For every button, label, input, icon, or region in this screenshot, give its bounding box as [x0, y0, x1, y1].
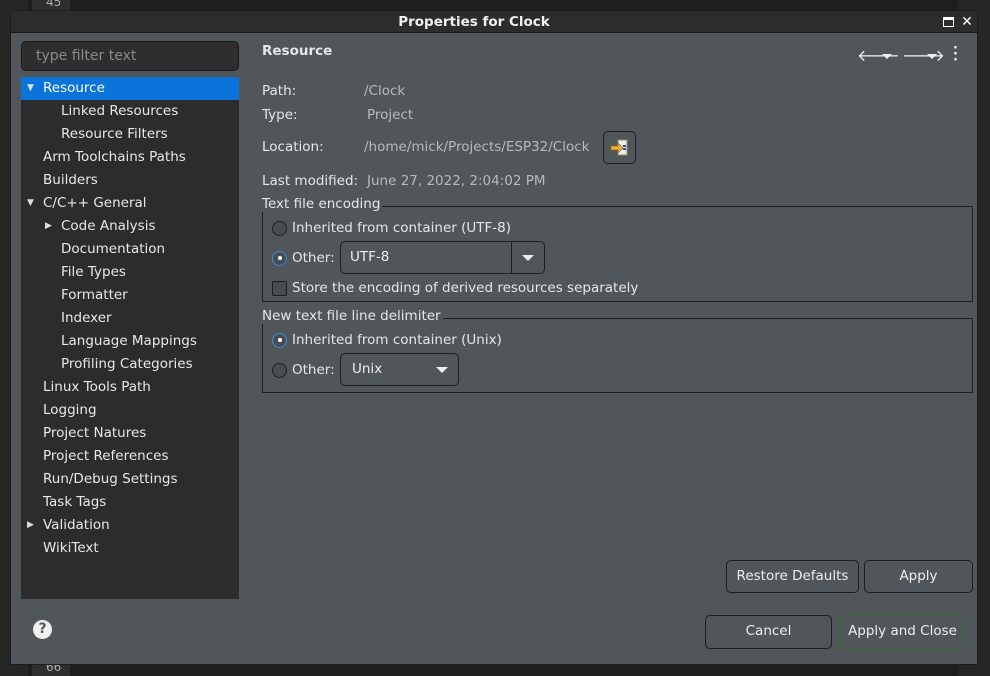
radio-label: Other: — [292, 250, 335, 266]
tree-item[interactable]: Linked Resources — [21, 100, 239, 123]
tree-item-label: Project Natures — [43, 425, 147, 441]
encoding-combo[interactable]: UTF-8 — [340, 241, 545, 274]
store-encoding-checkbox[interactable]: Store the encoding of derived resources … — [272, 280, 638, 296]
tree-item[interactable]: ▶ Validation — [21, 514, 239, 537]
chevron-down-icon — [436, 367, 448, 373]
close-icon[interactable]: ✕ — [958, 13, 976, 31]
tree-item-label: Profiling Categories — [61, 356, 193, 372]
show-in-file-system-button[interactable] — [603, 131, 636, 164]
delimiter-combo-value: Unix — [352, 361, 383, 377]
tree-item-label: Code Analysis — [61, 218, 156, 234]
maximize-icon[interactable] — [939, 13, 957, 31]
tree-item[interactable]: Language Mappings — [21, 330, 239, 353]
collapsed-arrow-icon[interactable]: ▶ — [27, 514, 34, 537]
encoding-inherited-radio[interactable]: Inherited from container (UTF-8) — [272, 220, 511, 236]
tree-item-label: Logging — [43, 402, 97, 418]
tree-item-label: Arm Toolchains Paths — [43, 149, 186, 165]
radio-indicator — [272, 220, 287, 236]
category-tree[interactable]: ▼ Resource Linked Resources Resource Filter… — [21, 77, 239, 599]
type-label: Type: — [262, 107, 298, 123]
tree-item-label: Language Mappings — [61, 333, 197, 349]
tree-item-label: C/C++ General — [43, 195, 147, 211]
tree-item[interactable]: Task Tags — [21, 491, 239, 514]
apply-button[interactable]: Apply — [864, 560, 973, 593]
tree-item-label: Builders — [43, 172, 98, 188]
radio-label: Inherited from container (UTF-8) — [292, 220, 512, 236]
tree-item-label: Project References — [43, 448, 169, 464]
location-label: Location: — [262, 139, 324, 155]
tree-item[interactable]: Builders — [21, 169, 239, 192]
tree-item[interactable]: Arm Toolchains Paths — [21, 146, 239, 169]
forward-history-dropdown-icon[interactable] — [927, 54, 937, 59]
tree-item-label: File Types — [61, 264, 126, 280]
tree-item[interactable]: ▼ Resource — [21, 77, 239, 100]
restore-defaults-button[interactable]: Restore Defaults — [726, 560, 859, 593]
encoding-other-radio[interactable]: Other: — [272, 250, 335, 266]
tree-item-label: Linked Resources — [61, 103, 179, 119]
forward-arrow-icon[interactable]: 🡒 — [902, 45, 945, 65]
text-file-encoding-legend: Text file encoding — [262, 196, 383, 212]
tree-item-label: WikiText — [43, 540, 99, 556]
delimiter-combo[interactable]: Unix — [340, 353, 459, 386]
tree-item[interactable]: Linux Tools Path — [21, 376, 239, 399]
tree-item[interactable]: Project Natures — [21, 422, 239, 445]
view-menu-icon[interactable]: · · · — [953, 42, 958, 67]
line-delimiter-legend: New text file line delimiter — [262, 308, 443, 324]
back-arrow-icon[interactable]: 🡐 — [857, 45, 900, 65]
filter-input[interactable]: type filter text — [21, 41, 239, 71]
path-label: Path: — [262, 83, 297, 99]
radio-label: Inherited from container (Unix) — [292, 332, 502, 348]
tree-item[interactable]: Documentation — [21, 238, 239, 261]
delimiter-inherited-radio[interactable]: Inherited from container (Unix) — [272, 332, 502, 348]
radio-label: Other: — [292, 362, 335, 378]
tree-item-label: Formatter — [61, 287, 128, 303]
tree-item[interactable]: Profiling Categories — [21, 353, 239, 376]
properties-dialog: Properties for Clock ✕ type filter text … — [10, 10, 978, 665]
cancel-button[interactable]: Cancel — [705, 615, 832, 649]
last-modified-label: Last modified: — [262, 173, 359, 189]
tree-item-label: Linux Tools Path — [43, 379, 151, 395]
back-history-dropdown-icon[interactable] — [882, 54, 892, 59]
location-value: /home/mick/Projects/ESP32/Clock — [364, 139, 590, 155]
tree-item-label: Resource Filters — [61, 126, 168, 142]
tree-item-label: Resource — [43, 80, 105, 96]
tree-item[interactable]: File Types — [21, 261, 239, 284]
radio-indicator — [272, 362, 287, 378]
encoding-combo-value: UTF-8 — [350, 249, 390, 265]
tree-item[interactable]: ▶ Code Analysis — [21, 215, 239, 238]
help-icon[interactable]: ? — [33, 620, 52, 639]
radio-indicator — [272, 250, 287, 266]
tree-item[interactable]: Indexer — [21, 307, 239, 330]
line-number: 45 — [46, 0, 62, 9]
chevron-down-icon — [522, 255, 534, 261]
tree-item[interactable]: Logging — [21, 399, 239, 422]
page-title: Resource — [262, 43, 333, 59]
dialog-title: Properties for Clock — [398, 14, 550, 30]
title-bar: Properties for Clock ✕ — [11, 11, 977, 33]
tree-item[interactable]: Run/Debug Settings — [21, 468, 239, 491]
tree-item[interactable]: ▼ C/C++ General — [21, 192, 239, 215]
type-value: Project — [367, 107, 414, 123]
expanded-arrow-icon[interactable]: ▼ — [27, 192, 34, 215]
delimiter-other-radio[interactable]: Other: — [272, 362, 335, 378]
expanded-arrow-icon[interactable]: ▼ — [27, 77, 34, 100]
show-in-system-explorer-icon — [610, 139, 627, 156]
last-modified-value: June 27, 2022, 2:04:02 PM — [367, 173, 546, 189]
tree-item-label: Indexer — [61, 310, 112, 326]
tree-item[interactable]: Project References — [21, 445, 239, 468]
checkbox-label: Store the encoding of derived resources … — [292, 280, 639, 296]
tree-item-label: Validation — [43, 517, 110, 533]
tree-item-label: Task Tags — [43, 494, 107, 510]
radio-indicator — [272, 332, 287, 348]
tree-item[interactable]: Formatter — [21, 284, 239, 307]
collapsed-arrow-icon[interactable]: ▶ — [45, 215, 52, 238]
tree-item[interactable]: Resource Filters — [21, 123, 239, 146]
path-value: /Clock — [364, 83, 406, 99]
tree-item-label: Documentation — [61, 241, 166, 257]
tree-item[interactable]: WikiText — [21, 537, 239, 560]
apply-and-close-button[interactable]: Apply and Close — [839, 615, 966, 649]
tree-item-label: Run/Debug Settings — [43, 471, 178, 487]
checkbox-indicator — [272, 280, 287, 296]
